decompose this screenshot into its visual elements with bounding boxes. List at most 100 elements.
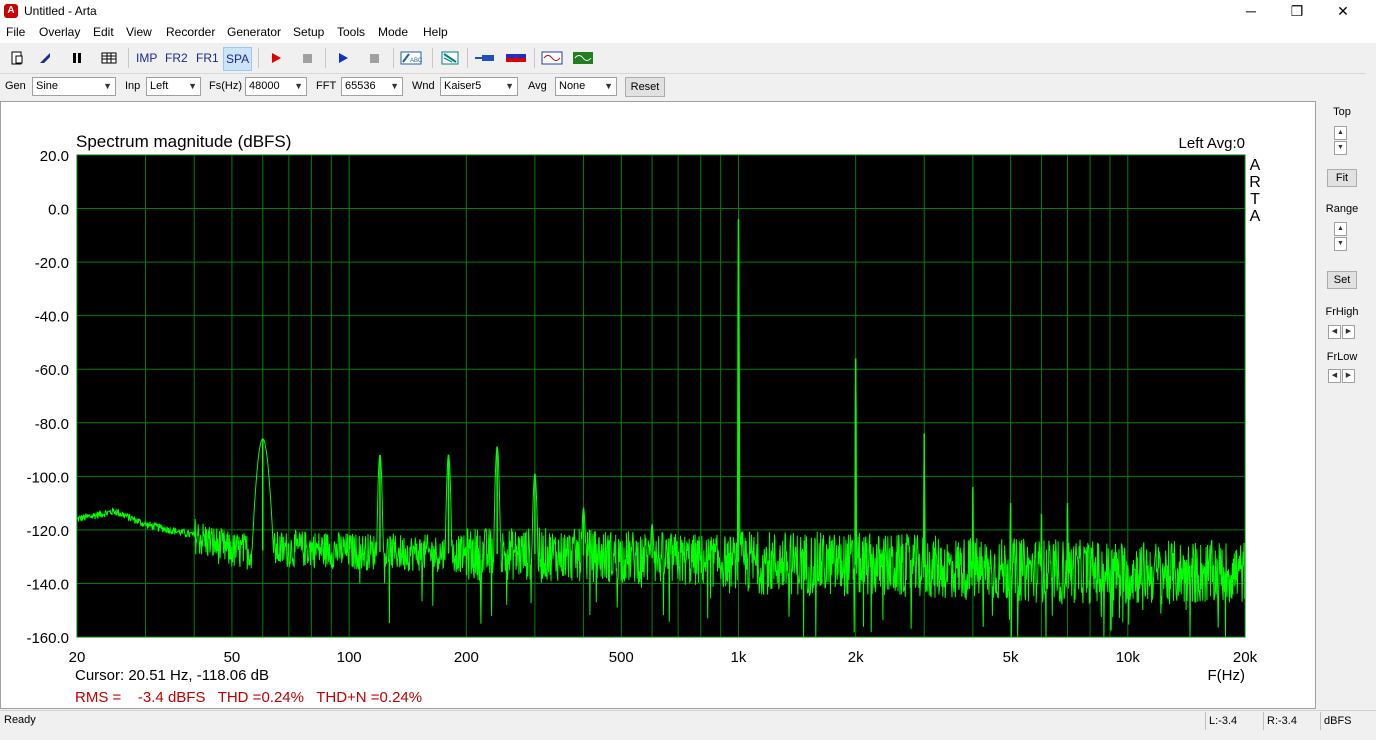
chevron-down-icon: ▼ xyxy=(505,81,514,91)
arta-brand-label: ARTA xyxy=(1249,157,1261,225)
status-right-level: R:-3.4 xyxy=(1263,712,1319,730)
fr1-mode-button[interactable]: FR1 xyxy=(194,47,221,69)
menu-view[interactable]: View xyxy=(126,25,152,39)
top-down-spinner[interactable]: ▼ xyxy=(1334,141,1347,155)
fft-select[interactable]: 65536 ▼ xyxy=(341,77,403,96)
chevron-down-icon: ▼ xyxy=(294,81,303,91)
fit-button[interactable]: Fit xyxy=(1327,169,1357,187)
wnd-select[interactable]: Kaiser5 ▼ xyxy=(440,77,518,96)
menu-overlay[interactable]: Overlay xyxy=(39,25,80,39)
svg-text:ABC: ABC xyxy=(410,58,422,64)
x-tick-label: 100 xyxy=(337,649,362,666)
y-tick-label: 20.0 xyxy=(40,148,69,165)
top-label: Top xyxy=(1333,106,1351,118)
frlow-left-spinner[interactable]: ◀ xyxy=(1328,369,1341,383)
reset-button[interactable]: Reset xyxy=(625,77,665,97)
status-left-level: L:-3.4 xyxy=(1205,712,1261,730)
pause-icon[interactable] xyxy=(65,47,88,69)
options-bar: Gen Sine ▼ Inp Left ▼ Fs(Hz) 48000 ▼ FFT 65… xyxy=(0,74,1366,100)
x-tick-label: 20k xyxy=(1233,649,1258,666)
menu-tools[interactable]: Tools xyxy=(337,25,365,39)
x-tick-label: 10k xyxy=(1116,649,1141,666)
stop-record-icon[interactable] xyxy=(295,47,318,69)
menu-setup[interactable]: Setup xyxy=(293,25,324,39)
range-down-spinner[interactable]: ▼ xyxy=(1334,237,1347,251)
fs-select[interactable]: 48000 ▼ xyxy=(245,77,307,96)
x-tick-label: 5k xyxy=(1003,649,1019,666)
spa-mode-button[interactable]: SPA xyxy=(223,47,253,71)
x-tick-label: 1k xyxy=(731,649,747,666)
frlow-right-spinner[interactable]: ▶ xyxy=(1342,369,1355,383)
y-tick-label: -120.0 xyxy=(26,523,69,540)
title-bar: A Untitled - Arta ─ ❐ ✕ xyxy=(0,0,1376,22)
record-icon[interactable] xyxy=(264,47,287,69)
fr2-mode-button[interactable]: FR2 xyxy=(163,47,190,69)
chart-title: Spectrum magnitude (dBFS) xyxy=(76,132,291,151)
abc-icon[interactable]: ABC xyxy=(399,47,422,69)
x-tick-label: 20 xyxy=(69,649,86,666)
waterfall-icon[interactable] xyxy=(438,47,461,69)
y-tick-label: -20.0 xyxy=(35,255,69,272)
y-tick-label: -100.0 xyxy=(26,469,69,486)
y-tick-label: -40.0 xyxy=(35,309,69,326)
set-button[interactable]: Set xyxy=(1327,271,1357,289)
imp-mode-button[interactable]: IMP xyxy=(134,47,159,69)
frhigh-right-spinner[interactable]: ▶ xyxy=(1342,325,1355,339)
window-title: Untitled - Arta xyxy=(24,4,97,18)
x-tick-label: 200 xyxy=(454,649,479,666)
channel-label: Left Avg:0 xyxy=(1179,135,1245,152)
minimize-button[interactable]: ─ xyxy=(1228,0,1274,22)
frhigh-left-spinner[interactable]: ◀ xyxy=(1328,325,1341,339)
range-label: Range xyxy=(1325,203,1359,215)
y-tick-label: -140.0 xyxy=(26,576,69,593)
menu-help[interactable]: Help xyxy=(423,25,448,39)
plot-panel: 20.0 0.0 -20.0 -40.0 -60.0 -80.0 -100.0 -120.0 -… xyxy=(0,101,1316,709)
avg-label: Avg xyxy=(528,80,547,92)
top-up-spinner[interactable]: ▲ xyxy=(1334,126,1347,140)
brand-letter: T xyxy=(1250,191,1260,208)
menu-bar: File Overlay Edit View Recorder Generato… xyxy=(0,22,1376,43)
x-tick-label: 2k xyxy=(848,649,864,666)
chevron-down-icon: ▼ xyxy=(604,81,613,91)
x-tick-label: 500 xyxy=(609,649,634,666)
status-unit: dBFS xyxy=(1320,712,1370,730)
menu-generator[interactable]: Generator xyxy=(227,25,281,39)
chevron-down-icon: ▼ xyxy=(188,81,197,91)
spectrum-chart[interactable]: 20.0 0.0 -20.0 -40.0 -60.0 -80.0 -100.0 -120.0 -… xyxy=(1,102,1315,708)
wnd-label: Wnd xyxy=(412,80,435,92)
status-ready: Ready xyxy=(4,714,36,726)
meter-icon[interactable] xyxy=(504,47,527,69)
signal-generator-icon[interactable] xyxy=(571,47,594,69)
gen-label: Gen xyxy=(5,80,26,92)
probe-icon[interactable] xyxy=(473,47,496,69)
menu-recorder[interactable]: Recorder xyxy=(166,25,215,39)
open-file-icon[interactable] xyxy=(33,47,56,69)
brand-letter: A xyxy=(1250,157,1261,174)
chevron-down-icon: ▼ xyxy=(390,81,399,91)
menu-file[interactable]: File xyxy=(6,25,25,39)
avg-select[interactable]: None ▼ xyxy=(555,77,617,96)
main-toolbar: IMP FR2 FR1 SPA ABC xyxy=(0,44,1366,74)
scope-icon[interactable] xyxy=(540,47,563,69)
close-button[interactable]: ✕ xyxy=(1320,0,1366,22)
x-axis-label: F(Hz) xyxy=(1208,667,1246,684)
stop-play-icon[interactable] xyxy=(362,47,385,69)
chevron-down-icon: ▼ xyxy=(103,81,112,91)
rms-thd-readout: RMS = -3.4 dBFS THD =0.24% THD+N =0.24% xyxy=(75,689,422,706)
brand-letter: A xyxy=(1250,208,1261,225)
table-icon[interactable] xyxy=(97,47,120,69)
inp-label: Inp xyxy=(125,80,141,92)
gen-select[interactable]: Sine ▼ xyxy=(32,77,116,96)
maximize-button[interactable]: ❐ xyxy=(1274,0,1320,22)
play-icon[interactable] xyxy=(331,47,354,69)
menu-edit[interactable]: Edit xyxy=(93,25,114,39)
range-up-spinner[interactable]: ▲ xyxy=(1334,222,1347,236)
fs-label: Fs(Hz) xyxy=(209,80,242,92)
menu-mode[interactable]: Mode xyxy=(378,25,408,39)
inp-select[interactable]: Left ▼ xyxy=(146,77,201,96)
y-tick-label: 0.0 xyxy=(48,202,69,219)
frhigh-label: FrHigh xyxy=(1325,306,1359,318)
x-tick-label: 50 xyxy=(224,649,241,666)
brand-letter: R xyxy=(1249,174,1261,191)
new-file-icon[interactable] xyxy=(5,47,28,69)
